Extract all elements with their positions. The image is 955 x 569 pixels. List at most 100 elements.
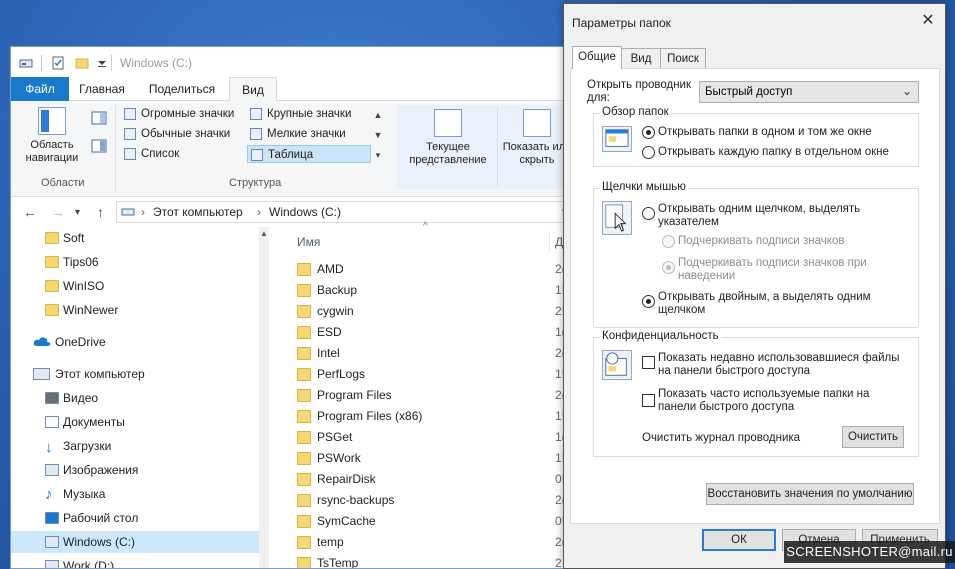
tab-search[interactable]: Поиск <box>660 48 706 68</box>
nav-item-pictures[interactable]: Изображения <box>11 459 259 481</box>
drive-icon <box>19 59 33 68</box>
underline-always-label: Подчеркивать подписи значков <box>678 235 845 247</box>
folder-icon <box>297 284 311 297</box>
documents-icon <box>45 416 59 428</box>
tab-home[interactable]: Главная <box>71 77 133 101</box>
nav-item-this-pc[interactable]: Этот компьютер <box>11 363 259 385</box>
file-name: PSWork <box>317 451 361 465</box>
folder-icon <box>297 452 311 465</box>
address-field[interactable]: › Этот компьютер › Windows (C:) ∨ <box>116 201 576 223</box>
folder-icon <box>45 280 59 292</box>
privacy-legend: Конфиденциальность <box>600 330 721 342</box>
tab-general[interactable]: Общие <box>572 46 622 69</box>
breadcrumb-this-pc[interactable]: Этот компьютер <box>153 205 243 219</box>
preview-pane-icon[interactable] <box>91 111 107 125</box>
address-bar: ← → ▾ ↑ › Этот компьютер › Windows (C:) … <box>11 198 599 226</box>
chevron-down-icon: ⌄ <box>901 84 912 98</box>
properties-icon[interactable] <box>51 56 65 70</box>
breadcrumb-drive[interactable]: Windows (C:) <box>269 205 341 219</box>
new-folder-icon[interactable] <box>75 56 89 70</box>
nav-item-drive-d[interactable]: Work (D:) <box>11 555 259 568</box>
frequent-folders-label: Показать часто используемые папки на пан… <box>658 388 870 413</box>
restore-defaults-button[interactable]: Восстановить значения по умолчанию <box>706 483 914 505</box>
layout-medium-icons[interactable]: Обычные значки <box>121 125 245 143</box>
pictures-icon <box>45 464 59 476</box>
window-title: Windows (C:) <box>120 56 193 70</box>
single-click-radio[interactable] <box>642 207 655 220</box>
scroll-up-icon[interactable]: ▲ <box>260 229 268 238</box>
browse-folders-illustration-icon <box>602 126 632 152</box>
nav-item-tips06[interactable]: Tips06 <box>11 251 259 273</box>
details-pane-icon[interactable] <box>91 139 107 153</box>
double-click-radio[interactable] <box>642 295 655 308</box>
layout-extra-large-icons[interactable]: Огромные значки <box>121 105 245 123</box>
explorer-titlebar: Windows (C:) <box>11 47 599 77</box>
open-explorer-for-select[interactable]: Быстрый доступ ⌄ <box>699 81 919 103</box>
ok-button[interactable]: ОК <box>702 529 776 551</box>
file-list: ^ Имя Д AMD 2(Backup 1! cygwin 2! ESD 1(Intel 2… <box>281 221 599 569</box>
underline-hover-radio[interactable] <box>662 261 675 274</box>
nav-item-onedrive[interactable]: OneDrive <box>11 331 259 353</box>
folder-icon <box>297 326 311 339</box>
ribbon-view: Область навигации Области Огромные значк… <box>11 101 599 197</box>
details-icon <box>251 149 263 161</box>
nav-item-winiso[interactable]: WinISO <box>11 275 259 297</box>
underline-always-radio[interactable] <box>662 235 675 248</box>
up-arrow-icon[interactable]: ↑ <box>97 204 104 220</box>
nav-item-downloads[interactable]: ↓ Загрузки <box>11 435 259 457</box>
current-view-label: Текущее представление <box>409 141 487 166</box>
nav-scrollbar[interactable]: ▲ <box>259 227 269 568</box>
folder-icon <box>297 515 311 528</box>
folder-options-dialog: Параметры папок ✕ Общие Вид Поиск Открыт… <box>563 3 946 569</box>
browse-new-window-radio[interactable] <box>642 146 655 159</box>
desktop-icon <box>45 512 59 524</box>
navigation-pane: Soft Tips06 WinISO WinNewer OneDrive Это… <box>11 227 269 568</box>
folder-icon <box>297 494 311 507</box>
large-icons-icon <box>250 108 262 120</box>
column-header-date[interactable]: Д <box>555 235 563 249</box>
column-header-name[interactable]: Имя <box>297 235 320 249</box>
recent-files-checkbox[interactable] <box>642 356 655 369</box>
ribbon-tabs: Файл Главная Поделиться Вид <box>11 77 599 102</box>
nav-item-music[interactable]: ♪ Музыка <box>11 483 259 505</box>
customize-toolbar-icon[interactable] <box>95 56 109 70</box>
layout-list[interactable]: Список <box>121 145 245 163</box>
tab-view[interactable]: Вид <box>621 48 661 68</box>
forward-arrow-icon[interactable]: → <box>51 204 65 220</box>
current-view-button[interactable]: Текущее представление <box>403 109 493 167</box>
close-icon[interactable]: ✕ <box>916 11 940 31</box>
back-arrow-icon[interactable]: ← <box>23 204 37 220</box>
tab-file[interactable]: Файл <box>11 77 69 101</box>
clear-history-button[interactable]: Очистить <box>842 426 904 448</box>
file-name: TsTemp <box>317 556 359 569</box>
layout-large-icons[interactable]: Крупные значки <box>247 105 371 123</box>
layout-gallery-scroll[interactable]: ▲ ▼ ▾ <box>373 105 383 165</box>
nav-item-documents[interactable]: Документы <box>11 411 259 433</box>
nav-item-video[interactable]: Видео <box>11 387 259 409</box>
file-name: cygwin <box>317 304 354 318</box>
file-name: Backup <box>317 283 358 297</box>
folder-icon <box>297 263 311 276</box>
frequent-folders-checkbox[interactable] <box>642 394 655 407</box>
sort-ascending-icon: ^ <box>423 221 428 232</box>
nav-item-drive-c[interactable]: Windows (C:) <box>11 531 259 553</box>
drive-icon <box>45 536 59 548</box>
recent-locations-icon[interactable]: ▾ <box>75 207 80 218</box>
file-name: Program Files <box>317 388 392 402</box>
nav-item-winnewer[interactable]: WinNewer <box>11 299 259 321</box>
tab-view[interactable]: Вид <box>229 77 277 102</box>
folder-icon <box>297 557 311 568</box>
watermark: SCREENSHOTER@mail.ru <box>784 541 955 563</box>
folder-icon <box>297 536 311 549</box>
double-click-label: Открывать двойным, а выделять одним щелч… <box>658 291 871 316</box>
layout-small-icons[interactable]: Мелкие значки <box>247 125 371 143</box>
navigation-pane-button[interactable]: Область навигации <box>19 107 85 165</box>
nav-item-desktop[interactable]: Рабочий стол <box>11 507 259 529</box>
privacy-illustration-icon <box>602 350 632 380</box>
layout-details[interactable]: Таблица <box>247 145 371 163</box>
folder-icon <box>297 347 311 360</box>
browse-same-window-radio[interactable] <box>642 126 655 139</box>
folder-icon <box>45 232 59 244</box>
nav-item-soft[interactable]: Soft <box>11 227 259 249</box>
tab-share[interactable]: Поделиться <box>141 77 223 101</box>
